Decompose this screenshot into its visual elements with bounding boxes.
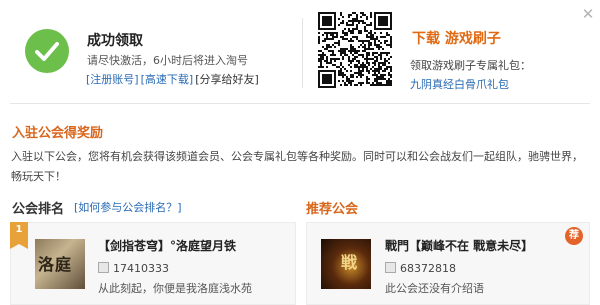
guild-rank-title: 公会排名	[12, 202, 65, 217]
fast-download-link[interactable]: [高速下载]	[141, 73, 194, 86]
horizontal-divider	[10, 103, 590, 104]
checkmark-icon	[25, 29, 69, 73]
guild-card-ranked[interactable]: 1 洛庭 【剑指苍穹】°洛庭望月铁 17410333 从此刻起，你便是我洛庭浅水…	[10, 222, 296, 305]
recommend-title: 推荐公会	[306, 202, 359, 217]
register-account-link[interactable]: [注册账号]	[86, 73, 139, 86]
guild-id: 17410333	[113, 262, 169, 275]
guild-id: 68372818	[400, 262, 456, 275]
close-icon[interactable]: ✕	[580, 6, 596, 22]
rank-badge: 1	[10, 222, 28, 249]
download-title: 下载 游戏刷子	[412, 31, 501, 47]
how-to-rank-link[interactable]: [如何参与公会排名？]	[74, 199, 182, 215]
success-title: 成功领取	[87, 33, 143, 49]
gift-pack-link[interactable]: 九阴真经白骨爪礼包	[410, 76, 509, 92]
success-subtitle: 请尽快激活，6小时后将进入淘号	[87, 54, 248, 67]
guild-name[interactable]: 【剑指苍穹】°洛庭望月铁	[98, 237, 236, 254]
download-subtitle: 领取游戏刷子专属礼包：	[410, 59, 531, 72]
qr-code-icon	[318, 12, 392, 88]
guild-thumbnail[interactable]: 洛庭	[35, 239, 85, 289]
guild-card-recommended[interactable]: 戦 戰門【巅峰不在 戰意未尽】 68372818 此公会还没有介绍语	[306, 222, 590, 305]
id-icon	[385, 262, 396, 273]
section-body: 入驻以下公会，您将有机会获得该频道会员、公会专属礼包等各种奖励。同时可以和公会战…	[11, 150, 583, 183]
guild-thumbnail[interactable]: 戦	[321, 239, 371, 289]
guild-description: 从此刻起，你便是我洛庭浅水苑	[98, 282, 252, 295]
section-title: 入驻公会得奖励	[12, 126, 104, 141]
guild-description: 此公会还没有介绍语	[385, 282, 484, 295]
recommend-badge: 荐	[565, 227, 583, 245]
guild-id-row: 68372818	[385, 262, 456, 275]
guild-name[interactable]: 戰門【巅峰不在 戰意未尽】	[385, 237, 533, 254]
thumbnail-text: 戦	[341, 253, 358, 272]
guild-id-row: 17410333	[98, 262, 169, 275]
id-icon	[98, 262, 109, 273]
vertical-divider	[302, 18, 303, 88]
thumbnail-text: 洛庭	[38, 255, 73, 274]
share-to-friend-link[interactable]: [分享给好友]	[195, 73, 259, 86]
success-links: [注册账号] [高速下载] [分享给好友]	[86, 71, 261, 87]
